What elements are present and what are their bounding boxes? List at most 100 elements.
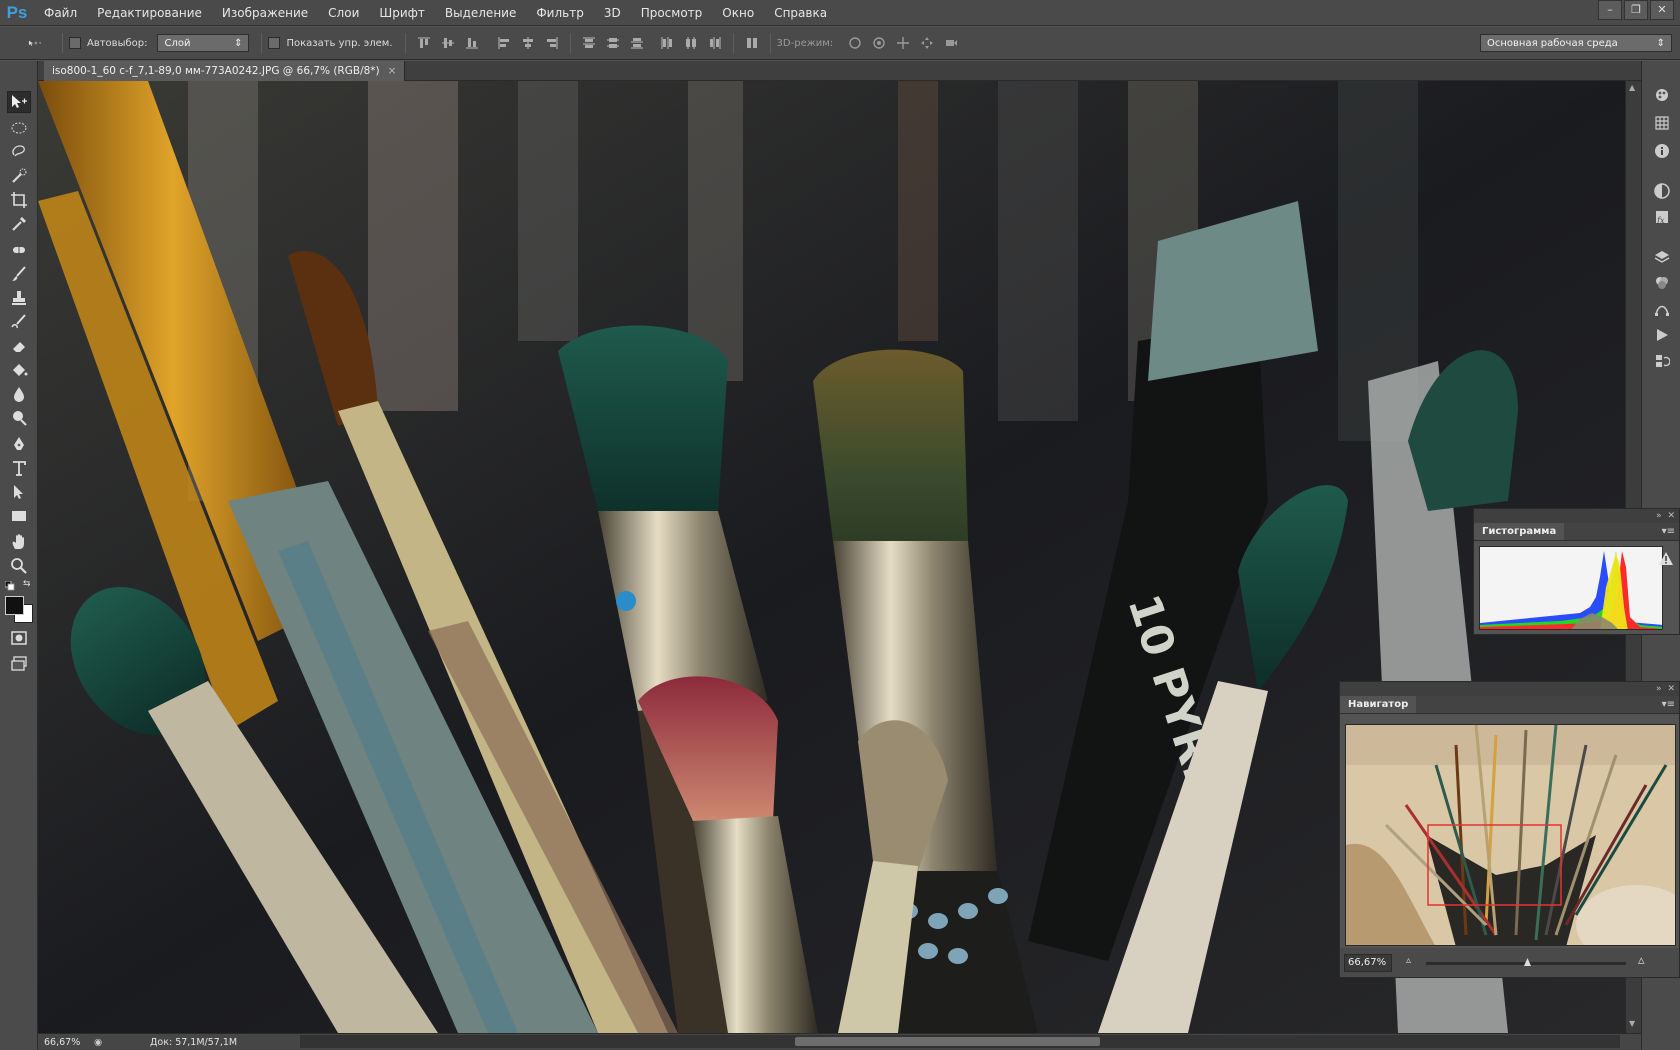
foreground-color-swatch[interactable] <box>5 596 24 615</box>
align-left-icon[interactable] <box>496 35 512 51</box>
distribute-right-icon[interactable] <box>707 35 723 51</box>
align-bottom-icon[interactable] <box>464 35 480 51</box>
status-info-icon[interactable]: ◉ <box>94 1037 116 1048</box>
brush-tool-icon[interactable] <box>7 263 31 285</box>
workspace-dropdown[interactable]: Основная рабочая среда ⇕ <box>1480 34 1672 52</box>
paths-panel-icon[interactable] <box>1652 299 1672 319</box>
document-tab[interactable]: iso800-1_60 с-f_7,1-89,0 мм-773A0242.JPG… <box>44 61 406 81</box>
clone-stamp-tool-icon[interactable] <box>7 287 31 309</box>
restore-icon[interactable]: ❐ <box>1624 0 1648 20</box>
autoselect-dropdown[interactable]: Слой ⇕ <box>157 34 250 52</box>
tab-navigator[interactable]: Навигатор <box>1340 696 1417 713</box>
move-tool-preset-icon[interactable] <box>18 35 52 51</box>
swap-colors-icon[interactable]: ⇆ <box>23 579 33 589</box>
menu-image[interactable]: Изображение <box>212 0 318 26</box>
distribute-vcenter-icon[interactable] <box>605 35 621 51</box>
slide-3d-icon[interactable] <box>919 35 935 51</box>
auto-align-icon[interactable] <box>744 35 760 51</box>
type-tool-icon[interactable] <box>7 457 31 479</box>
eraser-tool-icon[interactable] <box>7 335 31 357</box>
zoom-slider-handle[interactable] <box>1524 958 1531 966</box>
close-panel-icon[interactable]: ✕ <box>1667 511 1675 521</box>
horizontal-scrollbar[interactable] <box>300 1035 1620 1048</box>
menu-type[interactable]: Шрифт <box>369 0 435 26</box>
distribute-top-icon[interactable] <box>581 35 597 51</box>
scroll-up-icon[interactable]: ▲ <box>1629 83 1635 92</box>
zoom-in-icon[interactable]: ▵ <box>1638 953 1645 968</box>
styles-panel-icon[interactable]: fx <box>1652 207 1672 227</box>
paint-bucket-tool-icon[interactable] <box>7 359 31 381</box>
autoselect-toggle[interactable]: Автовыбор: <box>69 37 147 49</box>
navigator-zoom-input[interactable]: 66,67% <box>1344 953 1392 972</box>
history-panel-icon[interactable] <box>1652 351 1672 371</box>
move-tool-icon[interactable] <box>7 91 31 113</box>
warning-icon[interactable] <box>1658 551 1674 567</box>
default-colors-icon[interactable] <box>4 580 15 591</box>
align-right-icon[interactable] <box>544 35 560 51</box>
channels-panel-icon[interactable] <box>1652 273 1672 293</box>
actions-panel-icon[interactable] <box>1652 325 1672 345</box>
zoom-out-icon[interactable]: ▵ <box>1406 955 1411 966</box>
menu-3d[interactable]: 3D <box>594 0 631 26</box>
menu-edit[interactable]: Редактирование <box>87 0 212 26</box>
roll-3d-icon[interactable] <box>871 35 887 51</box>
histogram-graph <box>1479 546 1663 630</box>
quick-mask-icon[interactable] <box>7 627 31 649</box>
pen-tool-icon[interactable] <box>7 433 31 455</box>
distribute-bottom-icon[interactable] <box>629 35 645 51</box>
screen-mode-icon[interactable] <box>7 653 31 675</box>
path-selection-tool-icon[interactable] <box>7 481 31 503</box>
info-panel-icon[interactable] <box>1652 141 1672 161</box>
eyedropper-tool-icon[interactable] <box>7 213 31 235</box>
hand-tool-icon[interactable] <box>7 531 31 553</box>
close-tab-icon[interactable]: × <box>388 65 397 77</box>
workspace-value: Основная рабочая среда <box>1487 37 1618 49</box>
marquee-tool-icon[interactable] <box>7 117 31 139</box>
dodge-tool-icon[interactable] <box>7 407 31 429</box>
lasso-tool-icon[interactable] <box>7 141 31 163</box>
collapse-panel-icon[interactable]: » <box>1656 684 1662 694</box>
crop-tool-icon[interactable] <box>7 189 31 211</box>
menu-select[interactable]: Выделение <box>435 0 526 26</box>
navigator-zoom-slider[interactable] <box>1426 958 1626 966</box>
align-top-icon[interactable] <box>416 35 432 51</box>
autoselect-checkbox[interactable] <box>69 37 81 49</box>
menu-layers[interactable]: Слои <box>318 0 369 26</box>
panel-menu-icon[interactable]: ▾≡ <box>1662 526 1675 537</box>
tab-histogram[interactable]: Гистограмма <box>1474 523 1565 540</box>
align-vcenter-icon[interactable] <box>440 35 456 51</box>
healing-brush-tool-icon[interactable] <box>7 239 31 261</box>
quick-select-tool-icon[interactable] <box>7 165 31 187</box>
distribute-left-icon[interactable] <box>659 35 675 51</box>
menu-window[interactable]: Окно <box>712 0 764 26</box>
collapse-panel-icon[interactable]: » <box>1656 511 1662 521</box>
layers-panel-icon[interactable] <box>1652 247 1672 267</box>
distribute-hcenter-icon[interactable] <box>683 35 699 51</box>
show-transform-checkbox[interactable] <box>268 37 281 49</box>
scroll-down-icon[interactable]: ▼ <box>1629 1019 1635 1028</box>
menu-help[interactable]: Справка <box>764 0 837 26</box>
minimize-icon[interactable]: – <box>1598 0 1622 20</box>
show-transform-toggle[interactable]: Показать упр. элем. <box>268 37 393 49</box>
close-panel-icon[interactable]: ✕ <box>1667 684 1675 694</box>
menu-view[interactable]: Просмотр <box>631 0 713 26</box>
menu-file[interactable]: Файл <box>34 0 87 26</box>
dropdown-arrows-icon: ⇕ <box>1656 37 1665 49</box>
swatches-panel-icon[interactable] <box>1652 113 1672 133</box>
close-icon[interactable]: ✕ <box>1650 0 1674 20</box>
zoom-tool-icon[interactable] <box>7 555 31 577</box>
align-hcenter-icon[interactable] <box>520 35 536 51</box>
adjustments-panel-icon[interactable] <box>1652 181 1672 201</box>
blur-tool-icon[interactable] <box>7 383 31 405</box>
status-zoom[interactable]: 66,67% <box>38 1037 94 1048</box>
navigator-thumbnail[interactable] <box>1345 724 1676 946</box>
scale-3d-icon[interactable] <box>943 35 959 51</box>
horizontal-scroll-thumb[interactable] <box>795 1037 1100 1046</box>
pan-3d-icon[interactable] <box>895 35 911 51</box>
rectangle-tool-icon[interactable] <box>7 505 31 527</box>
history-brush-tool-icon[interactable] <box>7 311 31 333</box>
panel-menu-icon[interactable]: ▾≡ <box>1662 699 1675 710</box>
rotate-3d-icon[interactable] <box>847 35 863 51</box>
color-panel-icon[interactable] <box>1652 85 1672 105</box>
menu-filter[interactable]: Фильтр <box>526 0 593 26</box>
